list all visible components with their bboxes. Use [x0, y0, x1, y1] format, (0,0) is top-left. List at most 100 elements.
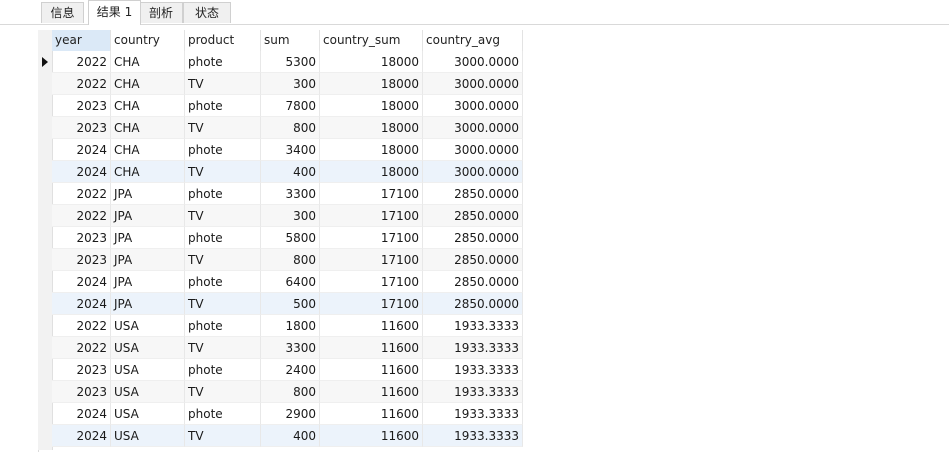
- table-row[interactable]: 2024 CHA TV 400 18000 3000.0000: [52, 161, 523, 183]
- column-header-product[interactable]: product: [185, 30, 261, 51]
- cell-country-sum[interactable]: 11600: [320, 315, 423, 337]
- cell-country[interactable]: USA: [111, 425, 185, 447]
- cell-year[interactable]: 2023: [52, 249, 111, 271]
- cell-product[interactable]: phote: [185, 315, 261, 337]
- cell-country-avg[interactable]: 1933.3333: [423, 337, 523, 359]
- cell-country-avg[interactable]: 3000.0000: [423, 51, 523, 73]
- cell-year[interactable]: 2023: [52, 227, 111, 249]
- cell-country[interactable]: USA: [111, 381, 185, 403]
- tab-result-1[interactable]: 结果 1: [88, 0, 141, 25]
- cell-product[interactable]: phote: [185, 403, 261, 425]
- row-indicator[interactable]: [38, 95, 52, 117]
- cell-sum[interactable]: 1800: [261, 315, 320, 337]
- cell-year[interactable]: 2022: [52, 205, 111, 227]
- cell-product[interactable]: TV: [185, 73, 261, 95]
- cell-sum[interactable]: 800: [261, 249, 320, 271]
- cell-sum[interactable]: 7800: [261, 95, 320, 117]
- cell-sum[interactable]: 300: [261, 205, 320, 227]
- column-header-sum[interactable]: sum: [261, 30, 320, 51]
- table-row[interactable]: 2023 CHA TV 800 18000 3000.0000: [52, 117, 523, 139]
- row-indicator[interactable]: [38, 359, 52, 381]
- tab-status[interactable]: 状态: [183, 2, 231, 23]
- cell-country-avg[interactable]: 2850.0000: [423, 293, 523, 315]
- column-header-country[interactable]: country: [111, 30, 185, 51]
- column-header-country-avg[interactable]: country_avg: [423, 30, 523, 51]
- cell-year[interactable]: 2022: [52, 315, 111, 337]
- row-indicator[interactable]: [38, 227, 52, 249]
- cell-country-sum[interactable]: 17100: [320, 271, 423, 293]
- table-row[interactable]: 2023 USA phote 2400 11600 1933.3333: [52, 359, 523, 381]
- cell-sum[interactable]: 800: [261, 117, 320, 139]
- cell-sum[interactable]: 400: [261, 161, 320, 183]
- cell-country-avg[interactable]: 3000.0000: [423, 73, 523, 95]
- cell-country-avg[interactable]: 2850.0000: [423, 249, 523, 271]
- cell-country-sum[interactable]: 17100: [320, 293, 423, 315]
- table-row[interactable]: 2024 USA phote 2900 11600 1933.3333: [52, 403, 523, 425]
- cell-sum[interactable]: 500: [261, 293, 320, 315]
- cell-product[interactable]: TV: [185, 293, 261, 315]
- cell-country-sum[interactable]: 11600: [320, 337, 423, 359]
- cell-sum[interactable]: 300: [261, 73, 320, 95]
- cell-year[interactable]: 2024: [52, 425, 111, 447]
- cell-country[interactable]: CHA: [111, 117, 185, 139]
- tab-profile[interactable]: 剖析: [139, 2, 183, 23]
- cell-country-avg[interactable]: 2850.0000: [423, 183, 523, 205]
- cell-country-sum[interactable]: 17100: [320, 249, 423, 271]
- cell-year[interactable]: 2023: [52, 117, 111, 139]
- cell-sum[interactable]: 400: [261, 425, 320, 447]
- cell-country[interactable]: USA: [111, 403, 185, 425]
- table-row[interactable]: 2022 USA phote 1800 11600 1933.3333: [52, 315, 523, 337]
- cell-sum[interactable]: 2900: [261, 403, 320, 425]
- cell-country-sum[interactable]: 18000: [320, 51, 423, 73]
- cell-country-avg[interactable]: 2850.0000: [423, 271, 523, 293]
- row-indicator[interactable]: [38, 161, 52, 183]
- cell-country-avg[interactable]: 2850.0000: [423, 227, 523, 249]
- row-indicator[interactable]: [38, 117, 52, 139]
- cell-country-avg[interactable]: 3000.0000: [423, 117, 523, 139]
- cell-product[interactable]: phote: [185, 95, 261, 117]
- row-indicator[interactable]: [38, 293, 52, 315]
- cell-product[interactable]: TV: [185, 381, 261, 403]
- cell-product[interactable]: phote: [185, 139, 261, 161]
- cell-year[interactable]: 2024: [52, 293, 111, 315]
- cell-year[interactable]: 2024: [52, 161, 111, 183]
- cell-country[interactable]: USA: [111, 337, 185, 359]
- table-row[interactable]: 2022 CHA phote 5300 18000 3000.0000: [52, 51, 523, 73]
- cell-country-avg[interactable]: 1933.3333: [423, 381, 523, 403]
- table-row[interactable]: 2022 CHA TV 300 18000 3000.0000: [52, 73, 523, 95]
- cell-product[interactable]: phote: [185, 51, 261, 73]
- cell-country-avg[interactable]: 3000.0000: [423, 139, 523, 161]
- cell-country[interactable]: JPA: [111, 205, 185, 227]
- table-row[interactable]: 2024 JPA phote 6400 17100 2850.0000: [52, 271, 523, 293]
- table-row[interactable]: 2023 USA TV 800 11600 1933.3333: [52, 381, 523, 403]
- cell-country-avg[interactable]: 1933.3333: [423, 403, 523, 425]
- row-indicator[interactable]: [38, 315, 52, 337]
- cell-country[interactable]: CHA: [111, 139, 185, 161]
- cell-product[interactable]: TV: [185, 205, 261, 227]
- cell-product[interactable]: TV: [185, 425, 261, 447]
- row-indicator[interactable]: [38, 403, 52, 425]
- cell-country-sum[interactable]: 18000: [320, 139, 423, 161]
- table-row[interactable]: 2024 USA TV 400 11600 1933.3333: [52, 425, 523, 447]
- cell-country-sum[interactable]: 17100: [320, 205, 423, 227]
- cell-year[interactable]: 2024: [52, 139, 111, 161]
- row-indicator[interactable]: [38, 139, 52, 161]
- cell-sum[interactable]: 800: [261, 381, 320, 403]
- row-indicator[interactable]: [38, 271, 52, 293]
- row-indicator[interactable]: [38, 249, 52, 271]
- cell-year[interactable]: 2022: [52, 337, 111, 359]
- cell-country[interactable]: CHA: [111, 73, 185, 95]
- cell-product[interactable]: TV: [185, 249, 261, 271]
- cell-country-sum[interactable]: 11600: [320, 359, 423, 381]
- cell-country[interactable]: CHA: [111, 95, 185, 117]
- table-row[interactable]: 2023 JPA phote 5800 17100 2850.0000: [52, 227, 523, 249]
- table-row[interactable]: 2024 CHA phote 3400 18000 3000.0000: [52, 139, 523, 161]
- cell-year[interactable]: 2023: [52, 359, 111, 381]
- cell-year[interactable]: 2024: [52, 271, 111, 293]
- cell-country[interactable]: JPA: [111, 249, 185, 271]
- cell-country-sum[interactable]: 18000: [320, 95, 423, 117]
- cell-country[interactable]: JPA: [111, 227, 185, 249]
- row-indicator[interactable]: [38, 337, 52, 359]
- cell-country-avg[interactable]: 3000.0000: [423, 161, 523, 183]
- cell-year[interactable]: 2022: [52, 51, 111, 73]
